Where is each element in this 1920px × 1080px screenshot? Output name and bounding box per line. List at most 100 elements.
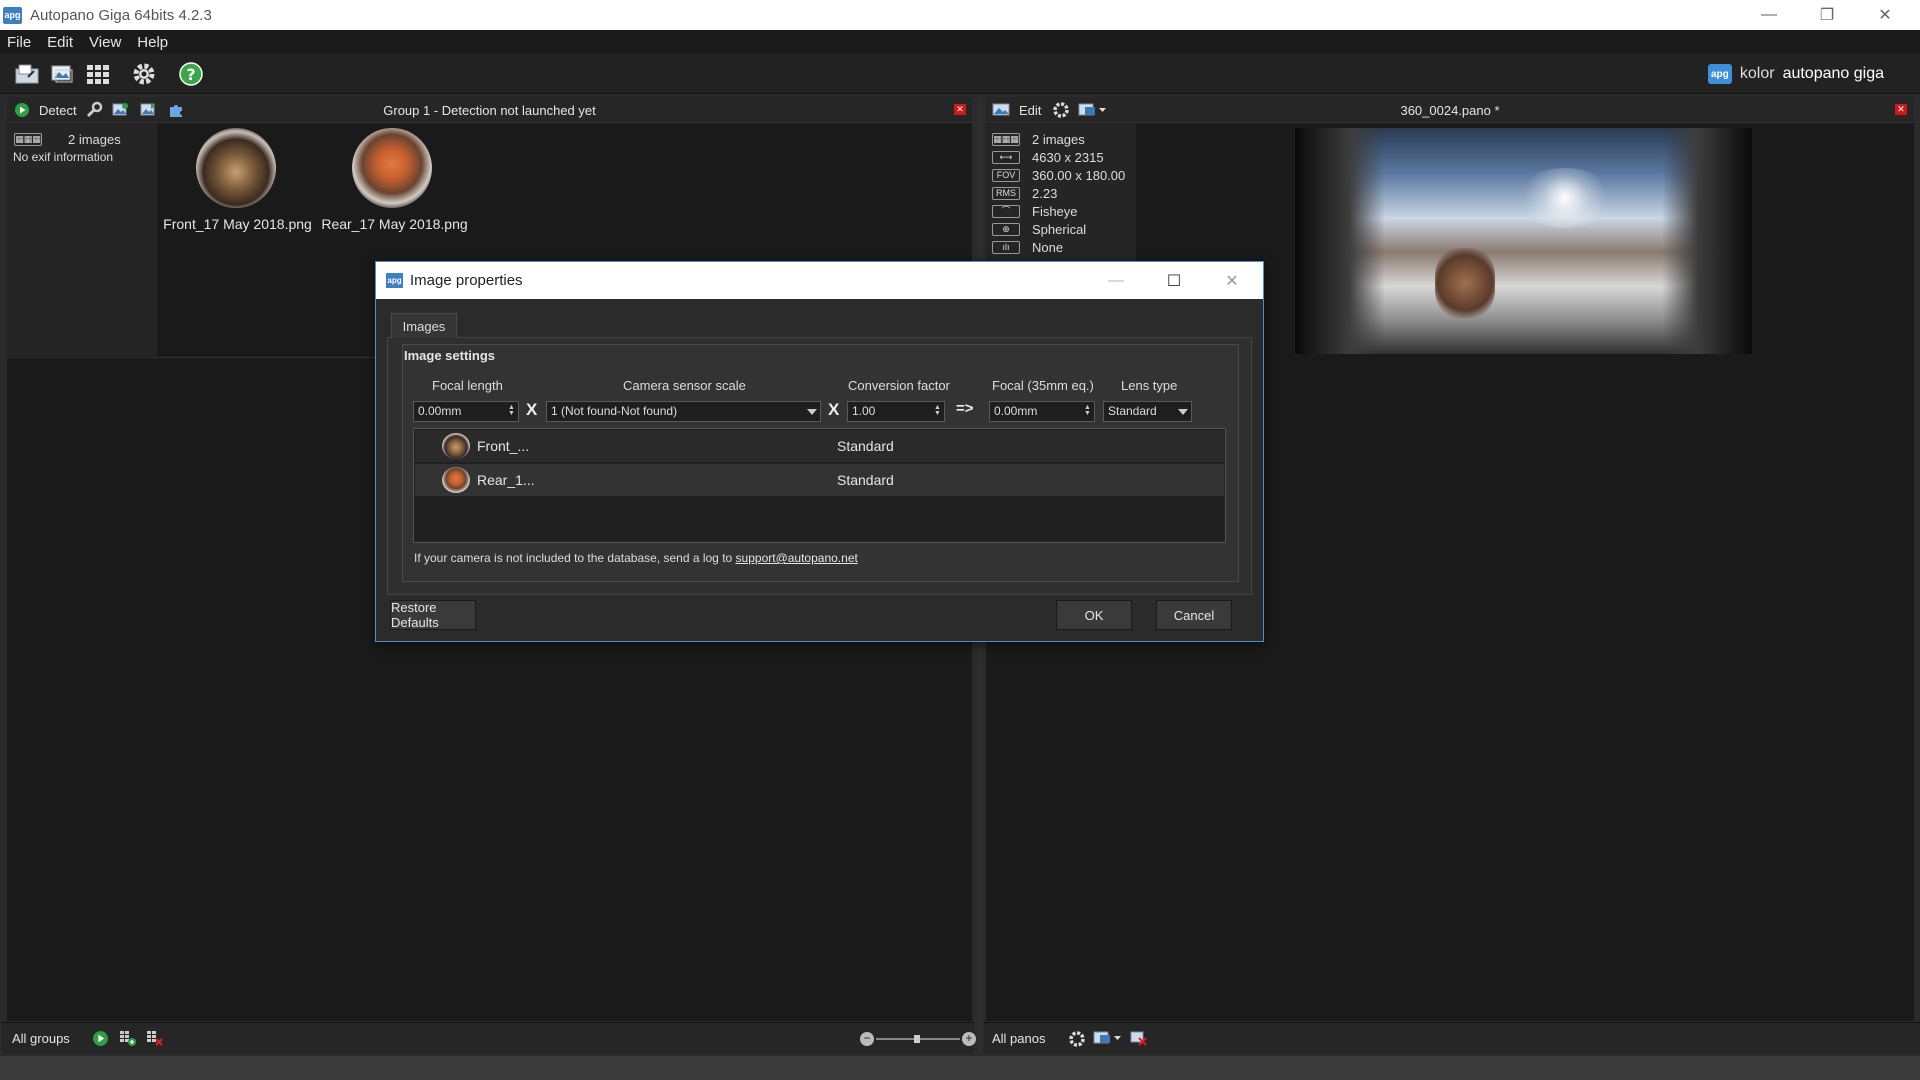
thumbnail-front-label: Front_17 May 2018.png xyxy=(163,216,312,232)
tab-images[interactable]: Images xyxy=(391,313,457,338)
dialog-app-icon: apg xyxy=(386,273,403,288)
ok-button[interactable]: OK xyxy=(1056,600,1132,630)
remove-group-button[interactable] xyxy=(146,1030,164,1050)
thumbnail-rear[interactable] xyxy=(352,128,432,208)
pano-shadow-left xyxy=(1295,128,1385,354)
zoom-handle[interactable] xyxy=(914,1035,920,1043)
all-groups-label: All groups xyxy=(12,1031,70,1046)
focal35-header: Focal (35mm eq.) xyxy=(992,378,1094,393)
batch-button[interactable] xyxy=(83,59,113,89)
spinner-icon[interactable]: ▲ ▼ xyxy=(933,404,942,418)
render-icon xyxy=(1078,103,1106,116)
close-button[interactable]: ✕ xyxy=(1856,0,1914,30)
images-icon xyxy=(51,65,73,83)
minimize-button[interactable]: — xyxy=(1740,0,1798,30)
image-lens: Standard xyxy=(837,472,894,488)
window-title: Autopano Giga 64bits 4.2.3 xyxy=(30,6,212,24)
sensor-scale-value: 1 (Not found-Not found) xyxy=(551,404,678,418)
sensor-scale-select[interactable]: 1 (Not found-Not found) xyxy=(546,401,821,422)
restore-button[interactable]: ❐ xyxy=(1798,0,1856,30)
image-name: Rear_1... xyxy=(477,472,535,488)
image-thumb-rear xyxy=(442,467,470,493)
settings-button[interactable] xyxy=(129,59,159,89)
close-icon: ✕ xyxy=(1897,104,1905,114)
play-icon xyxy=(15,103,29,117)
add-group-icon xyxy=(120,1031,136,1046)
edit-label[interactable]: Edit xyxy=(1019,103,1041,118)
focal35-value: 0.00mm xyxy=(994,404,1038,418)
group-image-count: 2 images xyxy=(68,131,121,147)
focal-length-input[interactable]: 0.00mm ▲ ▼ xyxy=(413,401,519,422)
menu-help[interactable]: Help xyxy=(137,34,168,51)
image-name: Front_... xyxy=(477,438,530,454)
exif-info: No exif information xyxy=(13,150,114,164)
thumbnail-front[interactable] xyxy=(196,128,276,208)
render-dropdown-button[interactable] xyxy=(1076,101,1110,119)
help-button[interactable]: ? xyxy=(176,59,206,89)
fisheye-icon: ⌒ xyxy=(992,204,1020,218)
thumbnail-rear-label: Rear_17 May 2018.png xyxy=(321,216,468,232)
add-group-button[interactable] xyxy=(119,1030,137,1050)
image-settings-label: Image settings xyxy=(404,348,496,363)
main-toolbar: ? apg kolor autopano giga xyxy=(0,54,1920,94)
render-all-button[interactable] xyxy=(1092,1030,1124,1049)
dialog-close-button[interactable]: ✕ xyxy=(1203,262,1261,299)
detect-button[interactable] xyxy=(12,101,32,119)
sun-glare xyxy=(1515,168,1615,228)
conversion-factor-header: Conversion factor xyxy=(848,378,950,393)
lens-type-select[interactable]: Standard xyxy=(1103,401,1192,422)
pano-lens: Fisheye xyxy=(1032,203,1078,219)
remove-group-icon xyxy=(147,1031,163,1046)
zoom-slider[interactable]: − + xyxy=(860,1032,978,1046)
panos-settings-button[interactable] xyxy=(1068,1030,1086,1051)
add-images-button[interactable] xyxy=(110,101,130,119)
cancel-button[interactable]: Cancel xyxy=(1156,600,1232,630)
lens-type-value: Standard xyxy=(1108,404,1157,418)
zoom-out-icon[interactable]: − xyxy=(860,1032,874,1046)
focal35-input[interactable]: 0.00mm ▲ ▼ xyxy=(989,401,1095,422)
grid-icon: ▦▦▦ xyxy=(992,132,1020,146)
brand-logo: apg kolor autopano giga xyxy=(1707,64,1884,84)
panos-footer: All panos xyxy=(984,1022,1920,1054)
group-info: ▦▦▦ 2 images No exif information xyxy=(7,124,157,356)
minimize-icon: — xyxy=(1108,271,1124,289)
open-folder-button[interactable] xyxy=(12,59,42,89)
image-properties-dialog: apg Image properties — ☐ ✕ Images Image … xyxy=(375,261,1264,642)
pano-settings-button[interactable] xyxy=(1051,101,1071,119)
menu-view[interactable]: View xyxy=(89,34,121,51)
conversion-factor-input[interactable]: 1.00 ▲ ▼ xyxy=(847,401,945,422)
spinner-icon[interactable]: ▲ ▼ xyxy=(507,404,516,418)
pano-preview[interactable] xyxy=(1295,128,1752,354)
size-arrow-icon: ⟷ xyxy=(992,150,1020,164)
dialog-minimize-button[interactable]: — xyxy=(1087,262,1145,299)
puzzle-icon xyxy=(170,105,182,117)
close-group-button[interactable]: ✕ xyxy=(954,104,966,115)
remove-pano-button[interactable] xyxy=(1130,1030,1148,1050)
play-icon xyxy=(93,1031,108,1046)
dialog-maximize-button[interactable]: ☐ xyxy=(1145,262,1203,299)
minimize-icon: — xyxy=(1761,6,1777,23)
spinner-icon[interactable]: ▲ ▼ xyxy=(1083,404,1092,418)
list-item[interactable]: Front_... Standard xyxy=(415,430,1224,462)
multiply-sign-2: X xyxy=(828,400,840,419)
group-image-button[interactable] xyxy=(138,101,158,119)
help-icon: ? xyxy=(179,62,203,86)
edit-button[interactable] xyxy=(992,101,1012,119)
pano-image-count: 2 images xyxy=(1032,131,1085,147)
detect-label[interactable]: Detect xyxy=(39,103,77,118)
support-link[interactable]: support@autopano.net xyxy=(736,551,858,565)
dialog-title: Image properties xyxy=(410,272,523,289)
grid-icon xyxy=(87,65,109,84)
restore-defaults-button[interactable]: Restore Defaults xyxy=(390,600,476,630)
pano-projection: Spherical xyxy=(1032,221,1087,237)
zoom-in-icon[interactable]: + xyxy=(962,1032,976,1046)
detect-all-button[interactable] xyxy=(92,1030,109,1050)
menu-file[interactable]: File xyxy=(7,34,31,51)
list-item[interactable]: Rear_1... Standard xyxy=(415,464,1224,496)
import-images-button[interactable] xyxy=(47,59,77,89)
tools-button[interactable] xyxy=(84,101,104,119)
sensor-scale-header: Camera sensor scale xyxy=(623,378,746,393)
close-pano-button[interactable]: ✕ xyxy=(1895,104,1907,115)
puzzle-button[interactable] xyxy=(166,101,186,119)
menu-edit[interactable]: Edit xyxy=(47,34,73,51)
